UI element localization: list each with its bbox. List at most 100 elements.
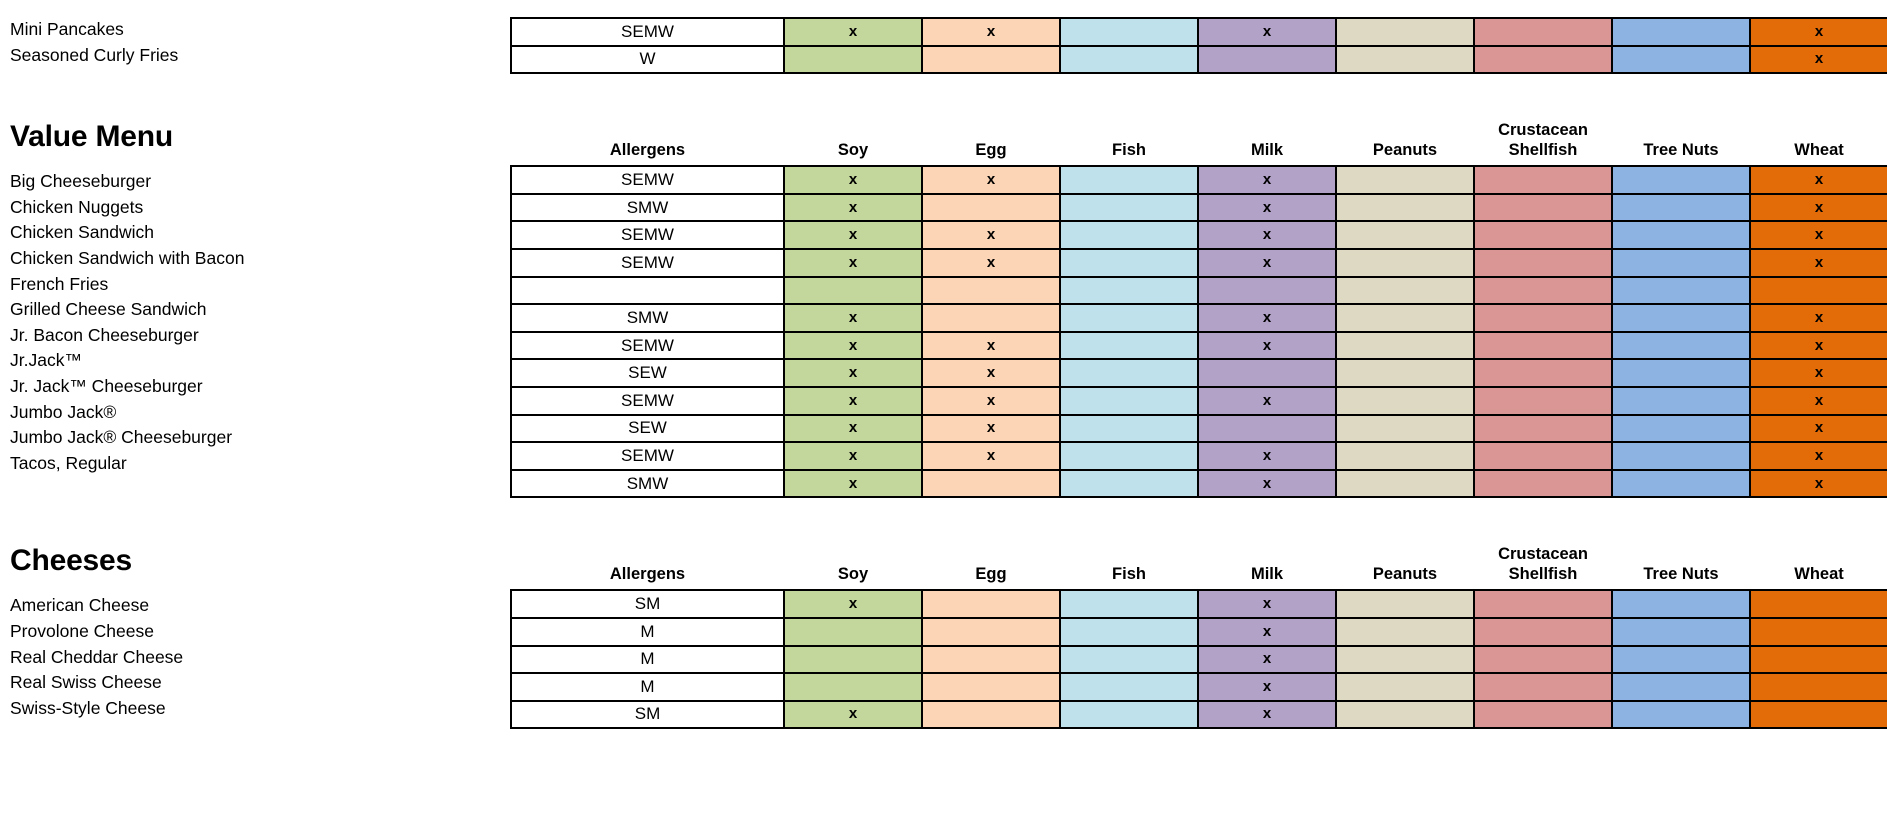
allergen-cell-shellfish <box>1473 672 1613 702</box>
allergen-cell-shellfish <box>1473 303 1613 333</box>
allergen-cell-egg <box>921 468 1061 499</box>
allergen-code-cell: SMW <box>510 303 785 333</box>
allergen-cell-milk: x <box>1197 385 1337 416</box>
menu-section: Cheeses American Cheese Provolone Cheese Re… <box>0 544 1887 730</box>
allergen-cell-tree-nuts <box>1611 220 1751 250</box>
allergen-cell-shellfish <box>1473 468 1613 499</box>
allergen-cell-peanuts <box>1335 44 1475 75</box>
allergen-table-body: SEMW x x x x SMW x x x SEMW x x x x SEMW x x x x SMW x x x SEMW… <box>510 165 1887 499</box>
allergen-table: Allergens Soy Egg Fish Milk Peanuts Crust… <box>510 544 1887 730</box>
allergen-code-cell: SEMW <box>510 17 785 47</box>
allergen-cell-tree-nuts <box>1611 441 1751 471</box>
item-name: Seasoned Curly Fries <box>10 44 179 65</box>
allergen-cell-soy: x <box>783 699 923 730</box>
allergen-code-cell: SEMW <box>510 441 785 471</box>
header-label: Soy <box>837 141 869 160</box>
allergen-cell-shellfish <box>1473 247 1613 278</box>
title-spacer <box>10 578 510 593</box>
allergen-cell-fish <box>1059 441 1199 471</box>
allergen-cell-milk <box>1197 44 1337 75</box>
allergen-cell-egg: x <box>921 220 1061 250</box>
allergen-cell-soy: x <box>783 303 923 333</box>
allergen-cell-wheat <box>1749 589 1887 619</box>
allergen-cell-fish <box>1059 192 1199 223</box>
allergen-cell-fish <box>1059 672 1199 702</box>
item-name-column: Value Menu Big Cheeseburger Chicken Nugget… <box>0 120 510 476</box>
allergen-cell-wheat: x <box>1749 468 1887 499</box>
allergen-cell-soy <box>783 644 923 675</box>
allergen-cell-wheat: x <box>1749 413 1887 444</box>
allergen-cell-peanuts <box>1335 385 1475 416</box>
header-label: Peanuts <box>1372 565 1438 584</box>
allergen-cell-peanuts <box>1335 303 1475 333</box>
allergen-cell-peanuts <box>1335 441 1475 471</box>
allergen-cell-soy: x <box>783 413 923 444</box>
header-label: Allergens <box>609 141 686 160</box>
allergen-cell-fish <box>1059 644 1199 675</box>
allergen-cell-shellfish <box>1473 44 1613 75</box>
allergen-cell-fish <box>1059 165 1199 195</box>
allergen-cell-tree-nuts <box>1611 616 1751 647</box>
section-title: Cheeses <box>10 544 133 578</box>
item-name: Jr.Jack™ <box>10 350 82 371</box>
header-label: Wheat <box>1794 141 1844 160</box>
allergen-cell-soy <box>783 672 923 702</box>
allergen-cell-fish <box>1059 303 1199 333</box>
column-header-soy: Soy <box>784 120 922 166</box>
allergen-cell-milk <box>1197 275 1337 306</box>
allergen-cell-soy <box>783 616 923 647</box>
allergen-code-cell: W <box>510 44 785 75</box>
table-row: SEMW x x x x <box>510 220 1887 250</box>
header-label: Allergens <box>609 565 686 584</box>
column-header-egg: Egg <box>922 120 1060 166</box>
allergen-cell-egg <box>921 672 1061 702</box>
allergen-cell-tree-nuts <box>1611 165 1751 195</box>
column-header-soy: Soy <box>784 544 922 590</box>
allergen-cell-peanuts <box>1335 17 1475 47</box>
column-header-allergens: Allergens <box>511 120 784 166</box>
allergen-cell-soy: x <box>783 358 923 388</box>
allergen-code-cell <box>510 275 785 306</box>
allergen-cell-egg: x <box>921 358 1061 388</box>
allergen-cell-peanuts <box>1335 413 1475 444</box>
allergen-cell-tree-nuts <box>1611 247 1751 278</box>
allergen-cell-egg: x <box>921 413 1061 444</box>
allergen-cell-wheat: x <box>1749 330 1887 361</box>
header-label: Egg <box>975 565 1007 584</box>
menu-section: Mini Pancakes Seasoned Curly Fries SEMW x x x… <box>0 17 1887 75</box>
allergen-cell-egg <box>921 44 1061 75</box>
allergen-cell-egg <box>921 644 1061 675</box>
column-header-milk: Milk <box>1198 544 1336 590</box>
allergen-cell-soy: x <box>783 468 923 499</box>
allergen-cell-wheat: x <box>1749 385 1887 416</box>
header-label: Soy <box>837 565 869 584</box>
header-label: Tree Nuts <box>1643 141 1719 160</box>
allergen-cell-egg: x <box>921 247 1061 278</box>
allergen-cell-shellfish <box>1473 616 1613 647</box>
allergen-cell-fish <box>1059 275 1199 306</box>
allergen-matrix-container: Allergens Soy Egg Fish Milk Peanuts Crust… <box>510 120 1887 499</box>
item-name: French Fries <box>10 273 109 294</box>
item-name: Grilled Cheese Sandwich <box>10 299 207 320</box>
allergen-code-cell: M <box>510 616 785 647</box>
allergen-cell-soy <box>783 44 923 75</box>
allergen-cell-peanuts <box>1335 616 1475 647</box>
allergen-cell-wheat: x <box>1749 303 1887 333</box>
allergen-table: SEMW x x x x Wx <box>510 17 1887 75</box>
allergen-cell-fish <box>1059 17 1199 47</box>
allergen-cell-wheat: x <box>1749 165 1887 195</box>
allergen-cell-milk: x <box>1197 192 1337 223</box>
allergen-cell-egg <box>921 303 1061 333</box>
allergen-code-cell: SEMW <box>510 220 785 250</box>
item-name: Jr. Jack™ Cheeseburger <box>10 375 203 396</box>
column-header-crustacean-shellfish: Crustacean Shellfish <box>1474 544 1612 590</box>
allergen-cell-wheat <box>1749 672 1887 702</box>
allergen-cell-egg: x <box>921 330 1061 361</box>
header-top-line: Crustacean <box>1498 121 1588 140</box>
allergen-cell-peanuts <box>1335 247 1475 278</box>
allergen-cell-egg: x <box>921 17 1061 47</box>
allergen-cell-fish <box>1059 358 1199 388</box>
allergen-cell-wheat <box>1749 644 1887 675</box>
allergen-cell-tree-nuts <box>1611 699 1751 730</box>
allergen-cell-soy: x <box>783 165 923 195</box>
